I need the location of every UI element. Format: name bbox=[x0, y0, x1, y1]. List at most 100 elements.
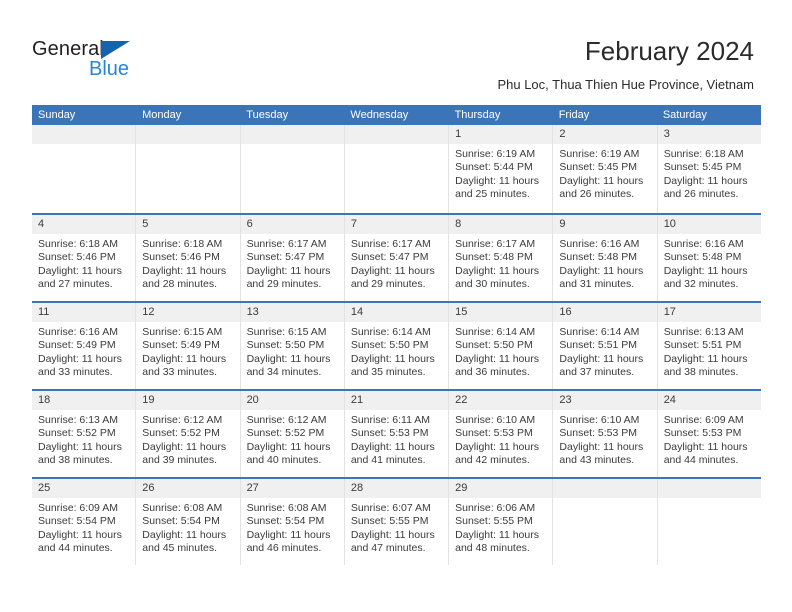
sunset-text: Sunset: 5:45 PM bbox=[559, 161, 638, 174]
day-details: Sunrise: 6:14 AM Sunset: 5:51 PM Daylight:… bbox=[553, 322, 656, 380]
calendar-day-cell[interactable]: 19 Sunrise: 6:12 AM Sunset: 5:52 PM Dayligh… bbox=[135, 391, 240, 477]
sunset-text: Sunset: 5:52 PM bbox=[246, 427, 325, 440]
sunset-text: Sunset: 5:46 PM bbox=[38, 251, 116, 264]
calendar-day-cell[interactable]: 27 Sunrise: 6:08 AM Sunset: 5:54 PM Dayligh… bbox=[239, 479, 344, 565]
sunrise-text: Sunrise: 6:17 AM bbox=[455, 238, 536, 250]
calendar-day-cell-empty bbox=[135, 125, 240, 213]
day-details: Sunrise: 6:07 AM Sunset: 5:55 PM Daylight:… bbox=[345, 498, 448, 556]
daylight-text: Daylight: 11 hours and 25 minutes. bbox=[455, 174, 539, 201]
day-number bbox=[240, 125, 344, 144]
calendar-day-cell[interactable]: 22 Sunrise: 6:10 AM Sunset: 5:53 PM Dayligh… bbox=[448, 391, 553, 477]
calendar-day-cell[interactable]: 16 Sunrise: 6:14 AM Sunset: 5:51 PM Dayligh… bbox=[552, 303, 657, 389]
calendar-day-cell[interactable]: 5 Sunrise: 6:18 AM Sunset: 5:46 PM Daylight… bbox=[135, 215, 240, 301]
day-number: 21 bbox=[344, 391, 449, 410]
calendar-day-cell[interactable]: 15 Sunrise: 6:14 AM Sunset: 5:50 PM Dayligh… bbox=[448, 303, 553, 389]
sunset-text: Sunset: 5:54 PM bbox=[142, 515, 220, 528]
day-number: 7 bbox=[344, 215, 449, 234]
sunrise-text: Sunrise: 6:18 AM bbox=[663, 148, 744, 160]
day-number: 6 bbox=[240, 215, 344, 234]
day-number: 26 bbox=[136, 479, 240, 498]
sunrise-text: Sunrise: 6:17 AM bbox=[246, 238, 327, 250]
calendar-day-cell[interactable]: 13 Sunrise: 6:15 AM Sunset: 5:50 PM Dayligh… bbox=[239, 303, 344, 389]
logo-triangle-icon bbox=[101, 41, 130, 59]
day-number: 11 bbox=[32, 303, 136, 322]
day-details: Sunrise: 6:17 AM Sunset: 5:47 PM Daylight:… bbox=[241, 234, 344, 292]
sunrise-text: Sunrise: 6:12 AM bbox=[246, 414, 327, 426]
sunset-text: Sunset: 5:54 PM bbox=[246, 515, 325, 528]
day-details: Sunrise: 6:13 AM Sunset: 5:51 PM Daylight:… bbox=[658, 322, 761, 380]
weekday-header-saturday: Saturday bbox=[662, 109, 707, 121]
day-details: Sunrise: 6:08 AM Sunset: 5:54 PM Daylight:… bbox=[241, 498, 344, 556]
calendar-day-cell[interactable]: 29 Sunrise: 6:06 AM Sunset: 5:55 PM Dayligh… bbox=[448, 479, 553, 565]
daylight-text: Daylight: 11 hours and 33 minutes. bbox=[142, 352, 227, 379]
day-number: 12 bbox=[136, 303, 240, 322]
calendar-day-cell[interactable]: 9 Sunrise: 6:16 AM Sunset: 5:48 PM Daylight… bbox=[552, 215, 657, 301]
calendar-day-cell[interactable]: 8 Sunrise: 6:17 AM Sunset: 5:48 PM Daylight… bbox=[448, 215, 553, 301]
calendar-day-cell[interactable]: 7 Sunrise: 6:17 AM Sunset: 5:47 PM Daylight… bbox=[343, 215, 449, 301]
day-number: 18 bbox=[32, 391, 136, 410]
weekday-header-wednesday: Wednesday bbox=[350, 109, 409, 121]
day-details: Sunrise: 6:15 AM Sunset: 5:50 PM Daylight:… bbox=[241, 322, 344, 380]
weekday-header-monday: Monday bbox=[142, 109, 182, 121]
weekday-header-sunday: Sunday bbox=[38, 109, 76, 121]
day-details bbox=[553, 498, 656, 502]
calendar-week-row: 1 Sunrise: 6:19 AM Sunset: 5:44 PM Daylight… bbox=[32, 125, 761, 213]
calendar-grid: Sunday Monday Tuesday Wednesday Thursday Frid… bbox=[32, 105, 761, 565]
day-details: Sunrise: 6:12 AM Sunset: 5:52 PM Daylight:… bbox=[241, 410, 344, 468]
calendar-day-cell[interactable]: 28 Sunrise: 6:07 AM Sunset: 5:55 PM Dayligh… bbox=[343, 479, 449, 565]
calendar-day-cell[interactable]: 6 Sunrise: 6:17 AM Sunset: 5:47 PM Daylight… bbox=[239, 215, 344, 301]
day-number: 23 bbox=[553, 391, 657, 410]
sunset-text: Sunset: 5:50 PM bbox=[350, 339, 429, 352]
day-number bbox=[657, 479, 761, 498]
calendar-day-cell[interactable]: 18 Sunrise: 6:13 AM Sunset: 5:52 PM Dayligh… bbox=[32, 391, 136, 477]
calendar-day-cell[interactable]: 20 Sunrise: 6:12 AM Sunset: 5:52 PM Dayligh… bbox=[239, 391, 344, 477]
sunrise-text: Sunrise: 6:19 AM bbox=[455, 148, 536, 160]
sunrise-text: Sunrise: 6:07 AM bbox=[350, 502, 431, 514]
day-number: 25 bbox=[32, 479, 136, 498]
day-details: Sunrise: 6:18 AM Sunset: 5:46 PM Daylight:… bbox=[136, 234, 239, 292]
logo-text-blue: Blue bbox=[89, 58, 130, 80]
day-number: 16 bbox=[553, 303, 657, 322]
sunset-text: Sunset: 5:53 PM bbox=[559, 427, 638, 440]
daylight-text: Daylight: 11 hours and 32 minutes. bbox=[663, 264, 748, 291]
calendar-week-row: 25 Sunrise: 6:09 AM Sunset: 5:54 PM Dayligh… bbox=[32, 477, 761, 565]
sunrise-text: Sunrise: 6:18 AM bbox=[142, 238, 223, 250]
generalblue-logo[interactable]: General Blue bbox=[32, 38, 192, 84]
day-details bbox=[658, 498, 761, 502]
calendar-day-cell[interactable]: 3 Sunrise: 6:18 AM Sunset: 5:45 PM Daylight… bbox=[656, 125, 761, 213]
calendar-day-cell[interactable]: 1 Sunrise: 6:19 AM Sunset: 5:44 PM Daylight… bbox=[448, 125, 553, 213]
day-details: Sunrise: 6:16 AM Sunset: 5:49 PM Daylight:… bbox=[32, 322, 135, 380]
sunrise-text: Sunrise: 6:11 AM bbox=[350, 414, 431, 426]
daylight-text: Daylight: 11 hours and 36 minutes. bbox=[455, 352, 539, 379]
day-details: Sunrise: 6:09 AM Sunset: 5:54 PM Daylight:… bbox=[32, 498, 135, 556]
sunrise-text: Sunrise: 6:16 AM bbox=[559, 238, 640, 250]
daylight-text: Daylight: 11 hours and 29 minutes. bbox=[246, 264, 331, 291]
day-details: Sunrise: 6:09 AM Sunset: 5:53 PM Daylight:… bbox=[658, 410, 761, 468]
calendar-day-cell[interactable]: 24 Sunrise: 6:09 AM Sunset: 5:53 PM Dayligh… bbox=[656, 391, 761, 477]
day-number: 9 bbox=[553, 215, 657, 234]
calendar-day-cell[interactable]: 26 Sunrise: 6:08 AM Sunset: 5:54 PM Dayligh… bbox=[135, 479, 240, 565]
weekday-header-tuesday: Tuesday bbox=[246, 109, 289, 121]
calendar-day-cell[interactable]: 25 Sunrise: 6:09 AM Sunset: 5:54 PM Dayligh… bbox=[32, 479, 136, 565]
sunrise-text: Sunrise: 6:06 AM bbox=[455, 502, 536, 514]
sunrise-text: Sunrise: 6:09 AM bbox=[38, 502, 118, 514]
day-details bbox=[345, 144, 448, 148]
daylight-text: Daylight: 11 hours and 46 minutes. bbox=[246, 528, 331, 555]
calendar-day-cell[interactable]: 12 Sunrise: 6:15 AM Sunset: 5:49 PM Dayligh… bbox=[135, 303, 240, 389]
day-details: Sunrise: 6:17 AM Sunset: 5:47 PM Daylight:… bbox=[345, 234, 448, 292]
calendar-day-cell[interactable]: 21 Sunrise: 6:11 AM Sunset: 5:53 PM Dayligh… bbox=[343, 391, 449, 477]
calendar-day-cell[interactable]: 23 Sunrise: 6:10 AM Sunset: 5:53 PM Dayligh… bbox=[552, 391, 657, 477]
calendar-day-cell[interactable]: 14 Sunrise: 6:14 AM Sunset: 5:50 PM Dayligh… bbox=[343, 303, 449, 389]
daylight-text: Daylight: 11 hours and 42 minutes. bbox=[455, 440, 539, 467]
day-number: 27 bbox=[240, 479, 344, 498]
calendar-day-cell[interactable]: 2 Sunrise: 6:19 AM Sunset: 5:45 PM Daylight… bbox=[552, 125, 657, 213]
calendar-day-cell[interactable]: 10 Sunrise: 6:16 AM Sunset: 5:48 PM Dayligh… bbox=[656, 215, 761, 301]
day-details: Sunrise: 6:11 AM Sunset: 5:53 PM Daylight:… bbox=[345, 410, 448, 468]
calendar-day-cell[interactable]: 17 Sunrise: 6:13 AM Sunset: 5:51 PM Dayligh… bbox=[656, 303, 761, 389]
sunset-text: Sunset: 5:52 PM bbox=[142, 427, 220, 440]
day-number: 19 bbox=[136, 391, 240, 410]
calendar-day-cell[interactable]: 4 Sunrise: 6:18 AM Sunset: 5:46 PM Daylight… bbox=[32, 215, 136, 301]
sunset-text: Sunset: 5:53 PM bbox=[455, 427, 533, 440]
calendar-day-cell-empty bbox=[343, 125, 449, 213]
calendar-day-cell[interactable]: 11 Sunrise: 6:16 AM Sunset: 5:49 PM Dayligh… bbox=[32, 303, 136, 389]
